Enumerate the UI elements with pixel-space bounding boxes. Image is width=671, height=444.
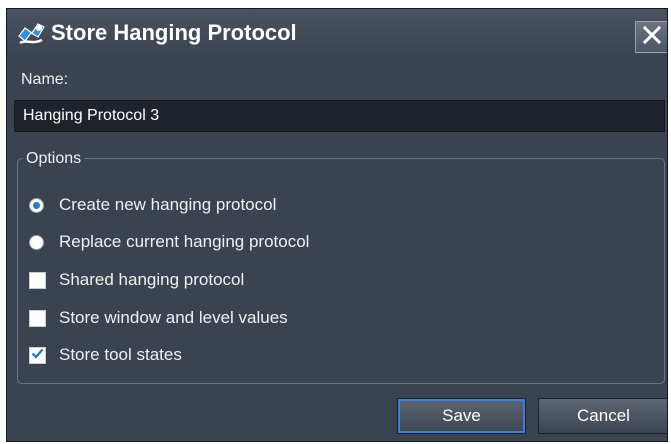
checkbox-shared[interactable]: Shared hanging protocol	[29, 268, 244, 292]
checkbox-store-window-level[interactable]: Store window and level values	[29, 306, 288, 330]
store-hanging-protocol-dialog: Store Hanging Protocol Name: Options Cre…	[6, 8, 668, 442]
cancel-button[interactable]: Cancel	[538, 398, 667, 434]
radio-label: Replace current hanging protocol	[59, 232, 310, 251]
dialog-title: Store Hanging Protocol	[51, 20, 297, 45]
app-logo-icon	[16, 19, 46, 49]
checkbox-label: Shared hanging protocol	[59, 270, 245, 289]
checkbox-unchecked[interactable]	[29, 309, 46, 327]
save-button[interactable]: Save	[397, 398, 526, 434]
radio-button[interactable]	[29, 234, 44, 250]
checkbox-store-tool-states[interactable]: Store tool states	[29, 343, 182, 367]
options-legend: Options	[23, 150, 85, 168]
name-input[interactable]	[14, 100, 665, 132]
radio-create-new[interactable]: Create new hanging protocol	[29, 193, 276, 217]
close-button[interactable]	[635, 21, 667, 53]
radio-label: Create new hanging protocol	[59, 195, 277, 214]
radio-button-selected[interactable]	[29, 197, 44, 213]
checkbox-unchecked[interactable]	[29, 271, 46, 289]
radio-replace-current[interactable]: Replace current hanging protocol	[29, 230, 309, 254]
checkbox-label: Store window and level values	[59, 308, 288, 327]
checkmark-icon	[31, 345, 44, 365]
title-bar[interactable]: Store Hanging Protocol	[7, 9, 667, 59]
checkbox-label: Store tool states	[59, 345, 182, 364]
close-icon	[642, 25, 662, 50]
checkbox-checked[interactable]	[29, 345, 46, 365]
name-label: Name:	[21, 71, 69, 88]
